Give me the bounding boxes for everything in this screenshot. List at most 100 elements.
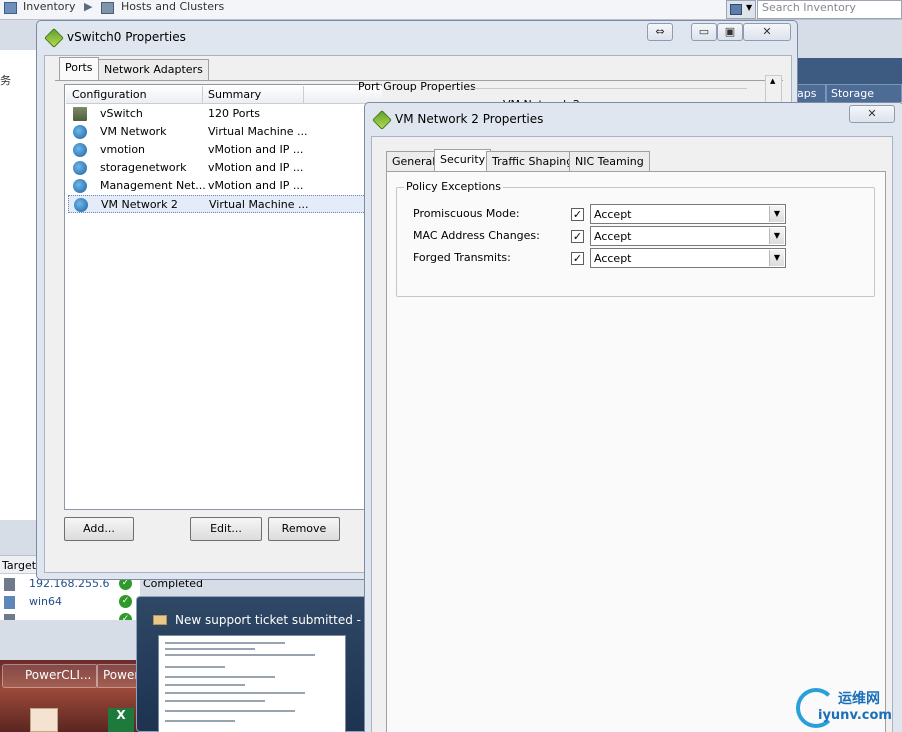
dialog-title: vSwitch0 Properties xyxy=(67,30,186,44)
vm-network-properties-dialog: VM Network 2 Properties ✕ General Securi… xyxy=(364,102,902,732)
config-name: Management Net... xyxy=(100,179,206,192)
preview-title: New support ticket submitted - ... xyxy=(175,613,377,627)
column-separator xyxy=(303,86,304,104)
taskbar-preview-popup[interactable]: New support ticket submitted - ... xyxy=(136,596,376,732)
search-scope-button[interactable]: ▼ xyxy=(726,0,756,19)
list-item[interactable]: vSwitch 120 Ports xyxy=(68,105,368,123)
promiscuous-mode-label: Promiscuous Mode: xyxy=(413,207,520,220)
config-summary: vMotion and IP ... xyxy=(208,179,304,192)
site-watermark-logo: 运维网 iyunv.com xyxy=(790,684,902,732)
list-column-header: Configuration Summary xyxy=(66,86,382,104)
config-name: storagenetwork xyxy=(100,161,187,174)
tab-network-adapters[interactable]: Network Adapters xyxy=(98,59,209,80)
chevron-down-icon[interactable]: ▼ xyxy=(769,250,784,266)
hosts-clusters-icon xyxy=(101,2,114,14)
resize-arrows-icon[interactable]: ⇔ xyxy=(647,23,673,41)
vsphere-app-icon xyxy=(44,28,64,48)
task-target[interactable]: win64 xyxy=(29,595,62,608)
breadcrumb-arrow-icon: ▶ xyxy=(84,0,93,13)
breadcrumb-hosts-clusters[interactable]: Hosts and Clusters xyxy=(121,0,224,13)
breadcrumb-inventory[interactable]: Inventory xyxy=(23,0,76,13)
config-summary: 120 Ports xyxy=(208,107,261,120)
chevron-down-icon[interactable]: ▼ xyxy=(769,206,784,222)
switch-icon xyxy=(73,107,87,121)
forged-transmits-select[interactable]: Accept ▼ xyxy=(590,248,786,268)
inventory-icon xyxy=(4,2,17,14)
network-icon xyxy=(73,125,87,139)
column-separator xyxy=(202,86,203,104)
group-divider xyxy=(471,88,747,89)
network-icon xyxy=(74,198,88,212)
vsphere-app-icon xyxy=(372,110,392,130)
maximize-button[interactable]: ▣ xyxy=(717,23,743,41)
network-icon xyxy=(73,179,87,193)
config-name: VM Network xyxy=(100,125,167,138)
add-button[interactable]: Add... xyxy=(64,517,134,541)
pdf-file-icon[interactable] xyxy=(30,708,58,732)
tab-storage-views[interactable]: Storage Views xyxy=(826,84,902,113)
inventory-panel: 务 xyxy=(0,50,40,520)
close-button[interactable]: ✕ xyxy=(849,105,895,123)
watermark-line1: 运维网 xyxy=(838,691,880,707)
list-item-selected[interactable]: VM Network 2 Virtual Machine ... xyxy=(68,195,368,213)
list-item[interactable]: VM Network Virtual Machine ... xyxy=(68,123,368,141)
forged-transmits-checkbox[interactable]: ✓ xyxy=(571,252,584,265)
list-item[interactable]: storagenetwork vMotion and IP ... xyxy=(68,159,368,177)
tab-nic-teaming[interactable]: NIC Teaming xyxy=(569,151,650,172)
scroll-up-icon: ▲ xyxy=(770,77,776,85)
mac-address-changes-label: MAC Address Changes: xyxy=(413,229,540,242)
promiscuous-mode-select[interactable]: Accept ▼ xyxy=(590,204,786,224)
select-value: Accept xyxy=(594,208,632,221)
chevron-down-icon[interactable]: ▼ xyxy=(769,228,784,244)
column-configuration[interactable]: Configuration xyxy=(72,88,147,101)
completed-check-icon: ✓ xyxy=(119,595,132,608)
list-item[interactable]: vmotion vMotion and IP ... xyxy=(68,141,368,159)
config-name: vmotion xyxy=(100,143,146,156)
network-icon xyxy=(73,161,87,175)
host-icon xyxy=(4,614,15,620)
remove-button[interactable]: Remove xyxy=(268,517,340,541)
taskbar-label: Power xyxy=(103,668,140,682)
search-scope-icon xyxy=(730,4,742,15)
tab-security[interactable]: Security xyxy=(434,149,492,172)
excel-file-icon[interactable]: X xyxy=(108,708,134,732)
host-icon xyxy=(4,578,15,591)
vm-icon xyxy=(4,596,15,609)
preview-thumbnail[interactable] xyxy=(158,635,346,732)
mac-address-changes-select[interactable]: Accept ▼ xyxy=(590,226,786,246)
watermark-line2: iyunv.com xyxy=(818,708,892,723)
select-value: Accept xyxy=(594,230,632,243)
promiscuous-mode-checkbox[interactable]: ✓ xyxy=(571,208,584,221)
right-header-area: aps Storage Views xyxy=(792,58,902,113)
port-group-properties-label: Port Group Properties xyxy=(358,80,476,93)
taskbar-button-power[interactable]: Power xyxy=(96,664,140,688)
completed-check-icon: ✓ xyxy=(119,613,132,620)
edit-button[interactable]: Edit... xyxy=(190,517,262,541)
port-configuration-list[interactable]: Configuration Summary vSwitch 120 Ports … xyxy=(64,84,382,510)
chevron-down-icon: ▼ xyxy=(746,3,753,12)
dialog-body: General Security Traffic Shaping NIC Tea… xyxy=(371,136,893,732)
search-input[interactable]: Search Inventory xyxy=(757,0,902,19)
config-name: vSwitch xyxy=(100,107,143,120)
select-value: Accept xyxy=(594,252,632,265)
network-icon xyxy=(73,143,87,157)
top-toolbar: Inventory ▶ Hosts and Clusters ▼ Search … xyxy=(0,0,902,20)
security-tab-panel: Policy Exceptions Promiscuous Mode: ✓ Ac… xyxy=(386,171,886,732)
config-summary: Virtual Machine ... xyxy=(209,198,309,211)
minimize-button[interactable]: ▭ xyxy=(691,23,717,41)
mac-address-changes-checkbox[interactable]: ✓ xyxy=(571,230,584,243)
taskbar-label: PowerCLI... xyxy=(25,668,92,682)
forged-transmits-label: Forged Transmits: xyxy=(413,251,511,264)
column-summary[interactable]: Summary xyxy=(208,88,261,101)
close-button[interactable]: ✕ xyxy=(743,23,791,41)
dialog-title: VM Network 2 Properties xyxy=(395,112,544,126)
left-strip-text: 务 xyxy=(0,74,11,87)
list-item[interactable]: Management Net... vMotion and IP ... xyxy=(68,177,368,195)
taskbar-button-powercli[interactable]: PowerCLI... xyxy=(2,664,98,688)
group-title: Policy Exceptions xyxy=(404,180,504,193)
tab-traffic-shaping[interactable]: Traffic Shaping xyxy=(486,151,580,172)
config-name: VM Network 2 xyxy=(101,198,178,211)
mail-icon xyxy=(153,615,167,625)
config-summary: vMotion and IP ... xyxy=(208,161,304,174)
tab-ports[interactable]: Ports xyxy=(59,57,99,80)
